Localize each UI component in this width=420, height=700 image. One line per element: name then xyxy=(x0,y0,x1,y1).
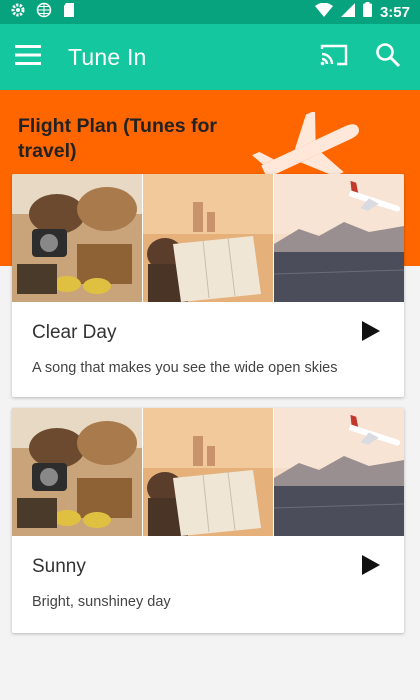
play-icon xyxy=(362,320,380,346)
track-title: Sunny xyxy=(32,556,86,577)
signal-icon xyxy=(340,2,355,22)
gear-icon xyxy=(10,2,26,23)
search-button[interactable] xyxy=(364,33,412,81)
track-description: Bright, sunshiney day xyxy=(32,594,171,610)
airplane-image xyxy=(274,174,404,302)
status-bar: 3:57 xyxy=(0,0,420,24)
cast-icon xyxy=(319,43,349,72)
play-icon xyxy=(362,554,380,580)
travel-gear-image xyxy=(12,174,142,302)
battery-icon xyxy=(362,2,372,22)
app-bar: Tune In xyxy=(0,24,420,90)
card-image-strip xyxy=(12,408,404,536)
search-icon xyxy=(375,42,401,73)
map-reading-image xyxy=(143,174,273,302)
app-title: Tune In xyxy=(68,43,147,70)
airplane-image xyxy=(274,408,404,536)
travel-gear-image xyxy=(12,408,142,536)
play-button[interactable] xyxy=(356,552,386,582)
track-title: Clear Day xyxy=(32,322,117,343)
map-reading-image xyxy=(143,408,273,536)
globe-icon xyxy=(36,2,52,23)
menu-button[interactable] xyxy=(0,29,56,85)
play-button[interactable] xyxy=(356,318,386,348)
track-description: A song that makes you see the wide open … xyxy=(32,360,338,376)
track-card[interactable]: Sunny Bright, sunshiney day xyxy=(12,408,404,633)
status-time: 3:57 xyxy=(379,3,410,21)
cast-button[interactable] xyxy=(310,33,358,81)
sd-card-icon xyxy=(62,2,76,23)
wifi-icon xyxy=(314,2,333,22)
playlist-title: Flight Plan (Tunes for travel) xyxy=(18,115,217,162)
menu-icon xyxy=(15,44,41,70)
track-card[interactable]: Clear Day A song that makes you see the … xyxy=(12,174,404,397)
card-image-strip xyxy=(12,174,404,302)
